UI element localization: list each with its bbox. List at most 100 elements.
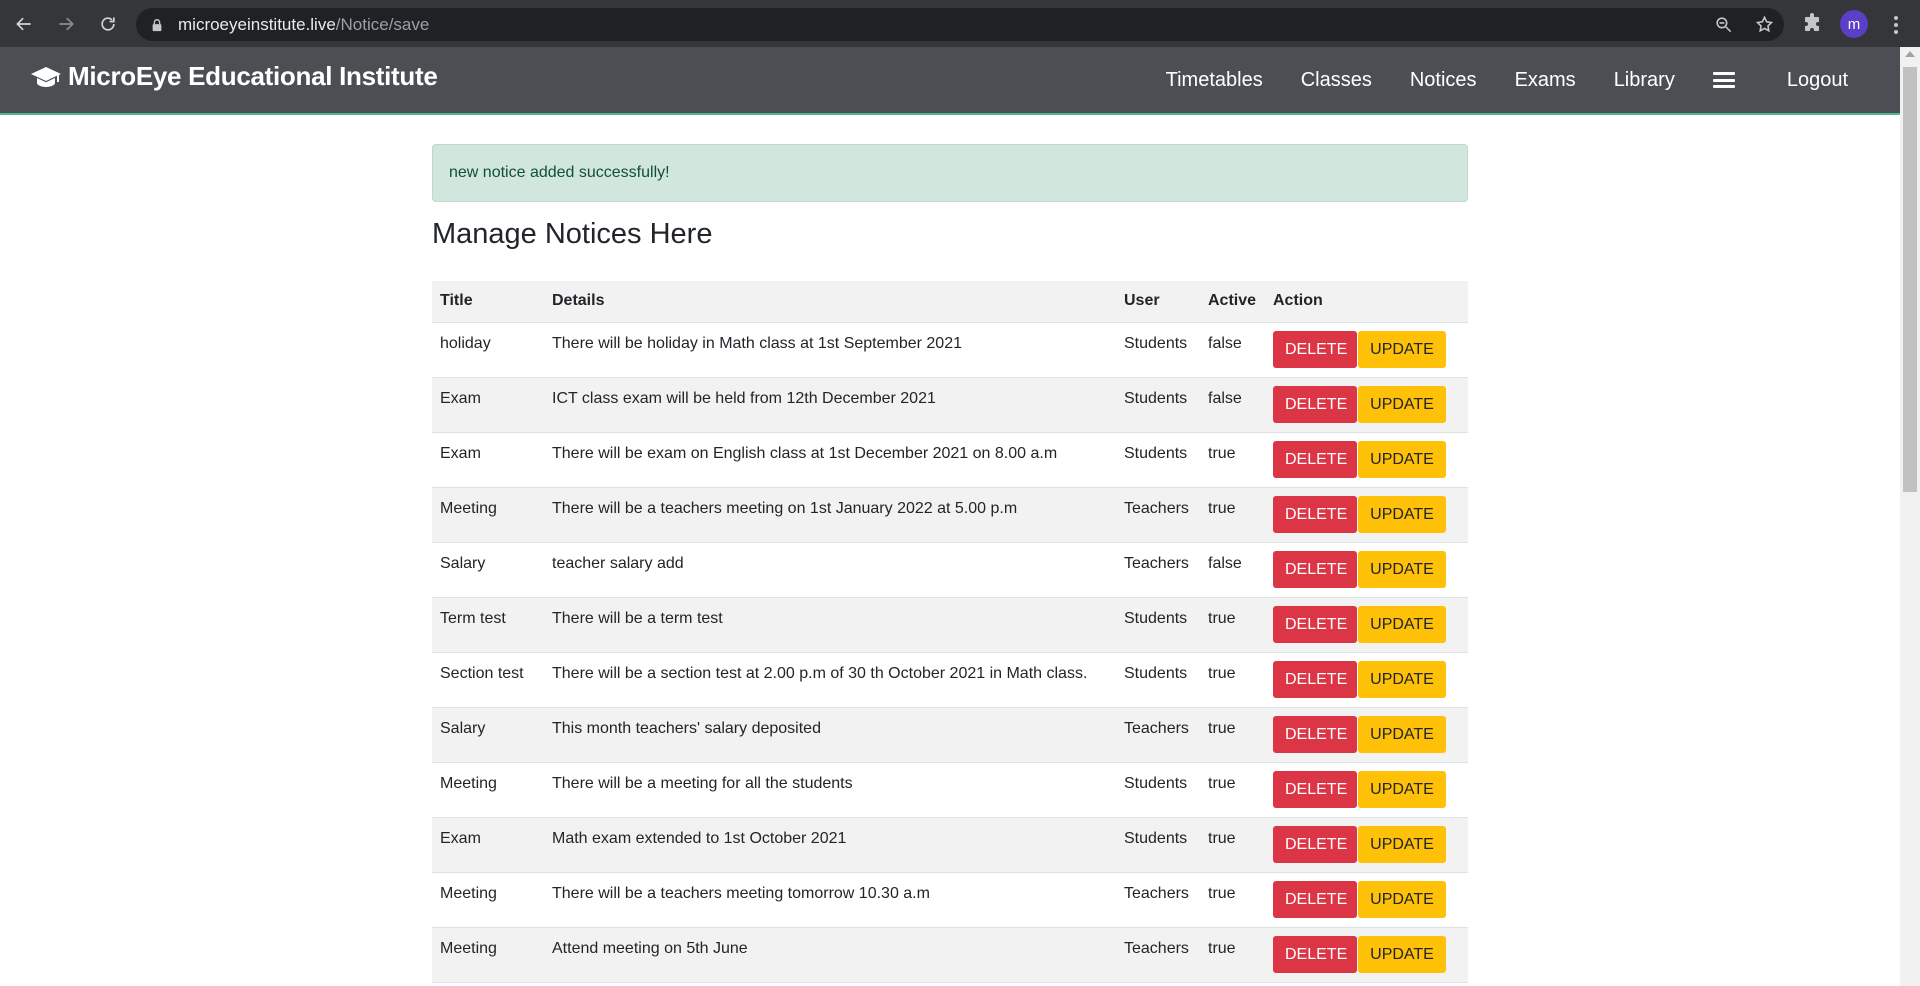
table-row: Exam ICT class exam will be held from 12t… [432,377,1468,433]
cell-title: Exam [432,377,544,433]
extensions-puzzle-icon[interactable] [1800,12,1824,36]
delete-button[interactable]: DELETE [1273,770,1357,808]
delete-button[interactable]: DELETE [1273,605,1357,643]
table-row: Term test There will be a term test Studen… [432,597,1468,653]
update-button[interactable]: UPDATE [1358,385,1446,423]
profile-avatar[interactable]: m [1840,10,1868,38]
cell-title: Salary [432,542,544,598]
table-row: Exam There will be exam on English class … [432,432,1468,488]
table-row: Exam Math exam extended to 1st October 20… [432,817,1468,873]
update-button[interactable]: UPDATE [1358,880,1446,918]
table-header-row: Title Details User Active Action [432,281,1468,323]
cell-title: Meeting [432,927,544,983]
delete-button[interactable]: DELETE [1273,550,1357,588]
nav-link-classes[interactable]: Classes [1301,69,1372,92]
url-path: /Notice/save [335,14,430,34]
header-action: Action [1265,281,1468,323]
table-body: holiday There will be holiday in Math cla… [432,322,1468,983]
nav-link-timetables[interactable]: Timetables [1166,69,1263,92]
cell-active: true [1200,927,1265,983]
forward-icon[interactable] [48,6,84,42]
delete-button[interactable]: DELETE [1273,935,1357,973]
brand-link[interactable]: MicroEye Educational Institute [30,61,438,92]
delete-button[interactable]: DELETE [1273,715,1357,753]
cell-active: false [1200,322,1265,378]
table-row: Meeting There will be a teachers meeting … [432,872,1468,928]
reload-icon[interactable] [90,6,126,42]
table-row: Section test There will be a section test… [432,652,1468,708]
cell-title: Salary [432,707,544,763]
update-button[interactable]: UPDATE [1358,440,1446,478]
update-button[interactable]: UPDATE [1358,935,1446,973]
zoom-icon[interactable] [1714,15,1733,34]
bookmark-star-icon[interactable] [1755,15,1774,34]
update-button[interactable]: UPDATE [1358,825,1446,863]
delete-button[interactable]: DELETE [1273,825,1357,863]
update-button[interactable]: UPDATE [1358,715,1446,753]
scroll-up-arrow-icon[interactable] [1905,51,1915,57]
cell-actions: DELETE UPDATE [1265,432,1468,488]
cell-user: Students [1116,817,1200,873]
cell-active: true [1200,432,1265,488]
delete-button[interactable]: DELETE [1273,440,1357,478]
cell-active: true [1200,872,1265,928]
hamburger-menu-icon[interactable] [1712,70,1735,90]
back-icon[interactable] [6,6,42,42]
cell-actions: DELETE UPDATE [1265,597,1468,653]
cell-title: Section test [432,652,544,708]
cell-title: Exam [432,432,544,488]
update-button[interactable]: UPDATE [1358,770,1446,808]
update-button[interactable]: UPDATE [1358,605,1446,643]
cell-details: teacher salary add [544,542,1116,598]
delete-button[interactable]: DELETE [1273,330,1357,368]
cell-user: Students [1116,762,1200,818]
cell-user: Students [1116,597,1200,653]
cell-details: There will be a term test [544,597,1116,653]
page-scrollbar[interactable] [1900,47,1920,986]
delete-button[interactable]: DELETE [1273,495,1357,533]
table-row: Salary teacher salary add Teachers false DEL… [432,542,1468,598]
update-button[interactable]: UPDATE [1358,550,1446,588]
browser-menu-icon[interactable] [1884,13,1908,37]
nav-link-notices[interactable]: Notices [1410,69,1477,92]
cell-actions: DELETE UPDATE [1265,927,1468,983]
table-row: Meeting Attend meeting on 5th June Teacher… [432,927,1468,983]
cell-details: There will be a meeting for all the stud… [544,762,1116,818]
cell-details: There will be a teachers meeting tomorro… [544,872,1116,928]
header-details: Details [544,281,1116,323]
delete-button[interactable]: DELETE [1273,385,1357,423]
update-button[interactable]: UPDATE [1358,495,1446,533]
cell-actions: DELETE UPDATE [1265,817,1468,873]
cell-user: Students [1116,432,1200,488]
success-alert: new notice added successfully! [432,144,1468,202]
cell-user: Teachers [1116,927,1200,983]
logout-link[interactable]: Logout [1787,69,1848,92]
update-button[interactable]: UPDATE [1358,330,1446,368]
cell-active: false [1200,542,1265,598]
cell-title: Meeting [432,762,544,818]
nav-link-library[interactable]: Library [1614,69,1675,92]
cell-details: There will be a section test at 2.00 p.m… [544,652,1116,708]
cell-user: Students [1116,322,1200,378]
header-user: User [1116,281,1200,323]
scroll-thumb[interactable] [1903,67,1917,492]
table-row: holiday There will be holiday in Math cla… [432,322,1468,378]
url-host: microeyeinstitute.live [178,14,336,34]
cell-actions: DELETE UPDATE [1265,762,1468,818]
cell-active: true [1200,762,1265,818]
cell-actions: DELETE UPDATE [1265,377,1468,433]
url-text: microeyeinstitute.live/Notice/save [178,15,429,35]
header-title: Title [432,281,544,323]
header-active: Active [1200,281,1265,323]
update-button[interactable]: UPDATE [1358,660,1446,698]
table-row: Meeting There will be a meeting for all t… [432,762,1468,818]
nav-links: Timetables Classes Notices Exams Library… [1128,47,1900,113]
nav-link-exams[interactable]: Exams [1515,69,1576,92]
delete-button[interactable]: DELETE [1273,660,1357,698]
cell-title: Meeting [432,487,544,543]
delete-button[interactable]: DELETE [1273,880,1357,918]
address-bar[interactable]: microeyeinstitute.live/Notice/save [136,8,1784,41]
cell-active: true [1200,707,1265,763]
cell-title: Exam [432,817,544,873]
cell-user: Teachers [1116,707,1200,763]
